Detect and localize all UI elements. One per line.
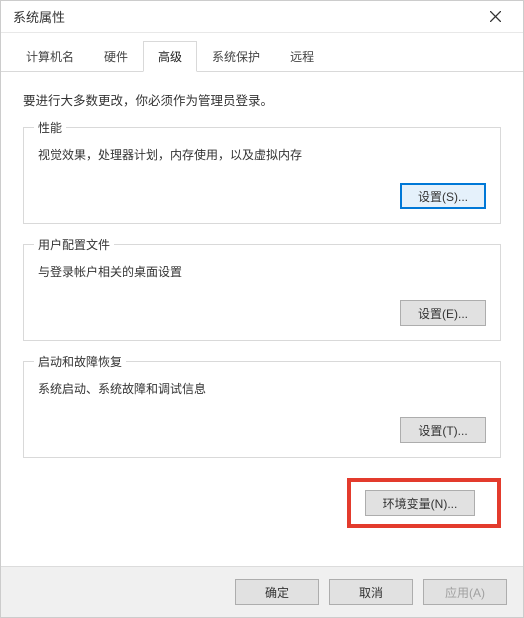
- startup-title: 启动和故障恢复: [34, 353, 126, 370]
- performance-group: 性能 视觉效果，处理器计划，内存使用，以及虚拟内存 设置(S)...: [23, 127, 501, 224]
- environment-variables-button[interactable]: 环境变量(N)...: [365, 490, 475, 516]
- tab-strip: 计算机名 硬件 高级 系统保护 远程: [1, 33, 523, 72]
- performance-desc: 视觉效果，处理器计划，内存使用，以及虚拟内存: [38, 146, 486, 163]
- startup-recovery-group: 启动和故障恢复 系统启动、系统故障和调试信息 设置(T)...: [23, 361, 501, 458]
- dialog-footer: 确定 取消 应用(A): [1, 566, 523, 617]
- window-title: 系统属性: [9, 7, 475, 26]
- close-button[interactable]: [475, 2, 515, 32]
- tab-hardware[interactable]: 硬件: [89, 41, 143, 71]
- env-highlight-box: 环境变量(N)...: [347, 478, 501, 528]
- system-properties-window: 系统属性 计算机名 硬件 高级 系统保护 远程 要进行大多数更改，你必须作为管理…: [0, 0, 524, 618]
- performance-settings-button[interactable]: 设置(S)...: [400, 183, 486, 209]
- startup-desc: 系统启动、系统故障和调试信息: [38, 380, 486, 397]
- ok-button[interactable]: 确定: [235, 579, 319, 605]
- user-profiles-group: 用户配置文件 与登录帐户相关的桌面设置 设置(E)...: [23, 244, 501, 341]
- tab-computer-name[interactable]: 计算机名: [11, 41, 89, 71]
- cancel-button[interactable]: 取消: [329, 579, 413, 605]
- tab-content-advanced: 要进行大多数更改，你必须作为管理员登录。 性能 视觉效果，处理器计划，内存使用，…: [1, 72, 523, 566]
- user-profiles-title: 用户配置文件: [34, 236, 114, 253]
- performance-button-row: 设置(S)...: [38, 183, 486, 209]
- user-profiles-settings-button[interactable]: 设置(E)...: [400, 300, 486, 326]
- env-variables-row: 环境变量(N)...: [23, 478, 501, 528]
- tab-system-protection[interactable]: 系统保护: [197, 41, 275, 71]
- performance-title: 性能: [34, 119, 66, 136]
- tab-advanced[interactable]: 高级: [143, 41, 197, 72]
- tab-remote[interactable]: 远程: [275, 41, 329, 71]
- admin-notice: 要进行大多数更改，你必须作为管理员登录。: [23, 90, 501, 109]
- close-icon: [490, 11, 501, 22]
- user-profiles-desc: 与登录帐户相关的桌面设置: [38, 263, 486, 280]
- titlebar: 系统属性: [1, 1, 523, 33]
- startup-button-row: 设置(T)...: [38, 417, 486, 443]
- user-profiles-button-row: 设置(E)...: [38, 300, 486, 326]
- apply-button[interactable]: 应用(A): [423, 579, 507, 605]
- startup-settings-button[interactable]: 设置(T)...: [400, 417, 486, 443]
